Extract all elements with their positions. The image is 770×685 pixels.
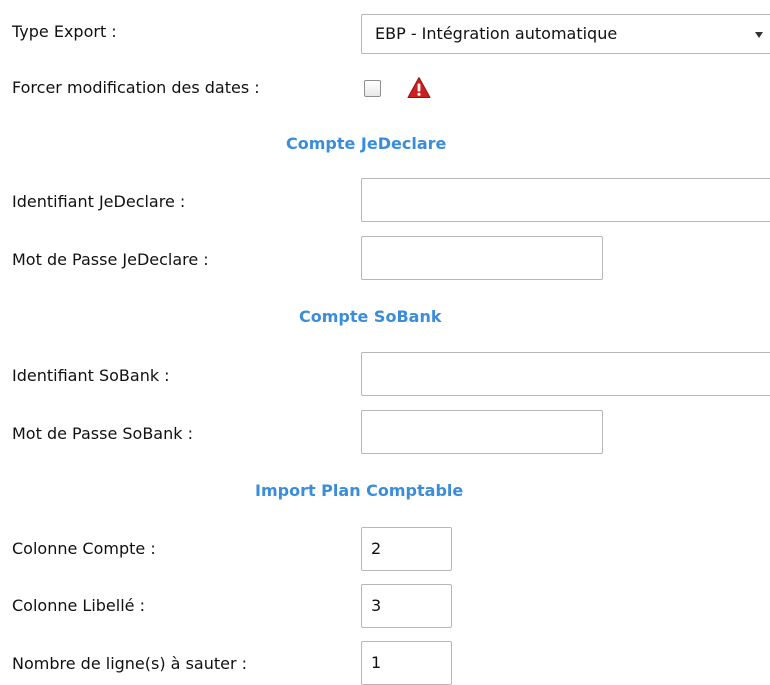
- type-export-select[interactable]: EBP - Intégration automatique: [361, 14, 770, 54]
- password-sobank-input[interactable]: [361, 410, 603, 454]
- lignes-sauter-input[interactable]: 1: [361, 641, 452, 685]
- identifiant-jedeclare-label: Identifiant JeDeclare :: [12, 192, 186, 211]
- type-export-selected-value: EBP - Intégration automatique: [375, 24, 618, 43]
- password-sobank-label: Mot de Passe SoBank :: [12, 424, 193, 443]
- chevron-down-icon: [755, 32, 763, 38]
- password-jedeclare-label: Mot de Passe JeDeclare :: [12, 250, 209, 269]
- section-title-import-plan: Import Plan Comptable: [255, 481, 464, 500]
- password-jedeclare-input[interactable]: [361, 236, 603, 280]
- lignes-sauter-label: Nombre de ligne(s) à sauter :: [12, 654, 248, 673]
- colonne-libelle-label: Colonne Libellé :: [12, 596, 145, 615]
- forcer-dates-checkbox[interactable]: [364, 80, 381, 97]
- identifiant-sobank-label: Identifiant SoBank :: [12, 366, 170, 385]
- colonne-compte-input[interactable]: 2: [361, 527, 452, 571]
- colonne-compte-label: Colonne Compte :: [12, 539, 156, 558]
- colonne-libelle-input[interactable]: 3: [361, 584, 452, 628]
- section-title-jedeclare: Compte JeDeclare: [286, 134, 447, 153]
- identifiant-jedeclare-input[interactable]: [361, 178, 770, 222]
- forcer-dates-label: Forcer modification des dates :: [12, 78, 260, 97]
- warning-triangle-icon: [407, 77, 431, 98]
- type-export-label: Type Export :: [12, 22, 117, 41]
- section-title-sobank: Compte SoBank: [299, 307, 442, 326]
- identifiant-sobank-input[interactable]: [361, 352, 770, 396]
